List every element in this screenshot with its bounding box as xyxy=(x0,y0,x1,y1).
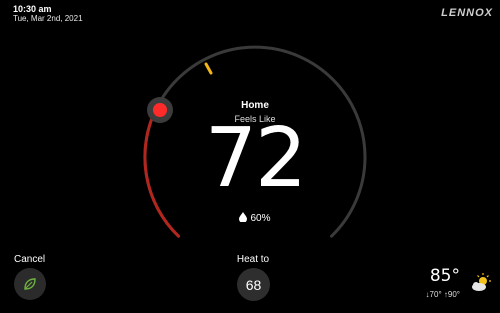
outdoor-high: ↑90° xyxy=(443,290,460,299)
cancel-button[interactable] xyxy=(14,268,46,300)
humidity-value: 60% xyxy=(250,213,271,224)
dial-target-marker xyxy=(204,62,213,75)
mode-label: Home xyxy=(241,100,269,111)
leaf-icon xyxy=(24,278,36,290)
humidity-readout: 60% xyxy=(215,212,295,224)
outdoor-low: ↓70° xyxy=(425,290,442,299)
dial-knob xyxy=(153,103,167,117)
setpoint-button[interactable]: 68 xyxy=(237,268,270,301)
dial-heat-range xyxy=(143,104,180,238)
cancel-label: Cancel xyxy=(14,254,46,265)
outdoor-temperature: 85° xyxy=(429,266,460,286)
outdoor-high-low: ↓70° ↑90° xyxy=(426,290,460,299)
partly-sunny-icon[interactable] xyxy=(470,272,492,294)
current-temperature: 72 xyxy=(204,111,307,206)
humidity-drop-icon xyxy=(239,212,248,223)
heat-to-label: Heat to xyxy=(236,254,270,265)
